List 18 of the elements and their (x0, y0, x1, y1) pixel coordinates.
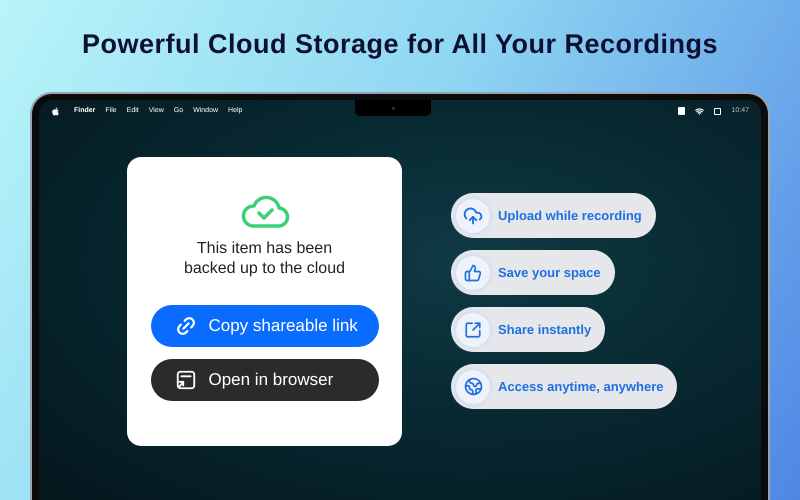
feature-label: Access anytime, anywhere (498, 378, 664, 396)
share-icon (464, 320, 482, 338)
thumbs-up-icon (464, 264, 482, 282)
feature-label: Upload while recording (498, 206, 642, 225)
backup-message: This item has been backed up to the cloud (182, 239, 346, 279)
globe-icon (464, 377, 482, 396)
wifi-icon[interactable] (695, 106, 704, 116)
headline: Powerful Cloud Storage for All Your Recordings (82, 28, 718, 61)
control-center-icon[interactable] (714, 108, 722, 114)
apple-logo-icon[interactable] (51, 106, 60, 116)
open-browser-button[interactable]: Open in browser (150, 359, 378, 401)
browser-window-icon (174, 369, 196, 391)
copy-link-button[interactable]: Copy shareable link (150, 305, 378, 347)
cloud-upload-icon (463, 206, 483, 226)
cloud-check-icon (240, 193, 290, 229)
camera-icon (392, 106, 394, 110)
feature-label: Share instantly (498, 320, 592, 339)
feature-label: Save your space (498, 264, 601, 282)
